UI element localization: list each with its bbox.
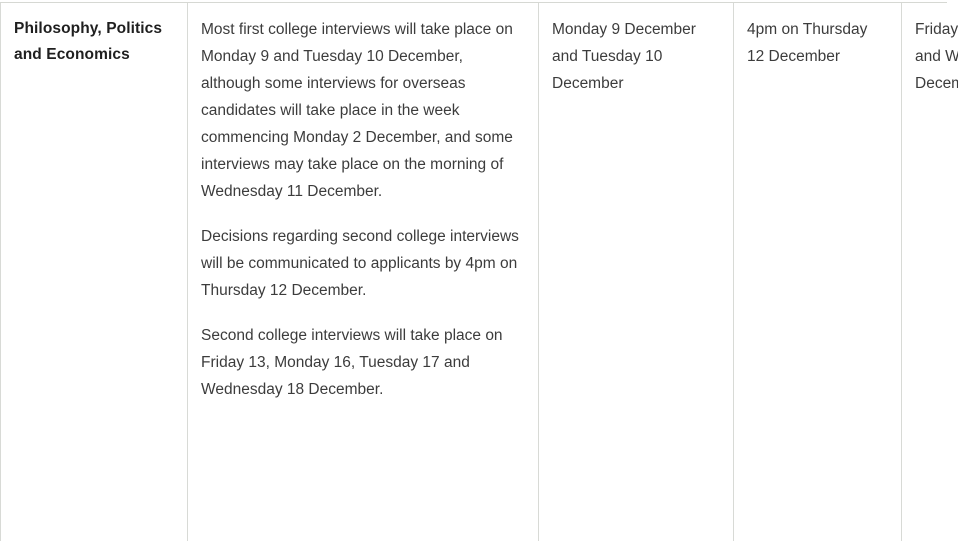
first-interview-dates: Monday 9 December and Tuesday 10 Decembe… xyxy=(552,21,696,92)
cell-subject: Philosophy, Politics and Economics xyxy=(0,3,188,541)
subject-name: Philosophy, Politics and Economics xyxy=(14,20,163,63)
details-paragraph-first-interviews: Most first college interviews will take … xyxy=(201,21,513,200)
details-paragraph-second-interviews: Second college interviews will take plac… xyxy=(201,327,503,398)
cell-first-interview-dates: Monday 9 December and Tuesday 10 Decembe… xyxy=(538,3,734,541)
cell-interview-details: Most first college interviews will take … xyxy=(187,3,539,541)
interview-schedule-table: Philosophy, Politics and Economics Most … xyxy=(0,3,958,541)
table-body: Philosophy, Politics and Economics Most … xyxy=(0,3,958,541)
second-interview-dates: Friday 13 December and Wednesday 18 Dece… xyxy=(915,21,958,92)
cell-second-interview-dates: Friday 13 December and Wednesday 18 Dece… xyxy=(901,3,958,541)
details-paragraph-decisions: Decisions regarding second college inter… xyxy=(201,228,519,299)
table-row: Philosophy, Politics and Economics Most … xyxy=(0,3,958,541)
cell-decision-deadline: 4pm on Thursday 12 December xyxy=(733,3,902,541)
decision-deadline: 4pm on Thursday 12 December xyxy=(747,21,868,65)
interview-schedule-table-viewport: Philosophy, Politics and Economics Most … xyxy=(0,0,958,541)
